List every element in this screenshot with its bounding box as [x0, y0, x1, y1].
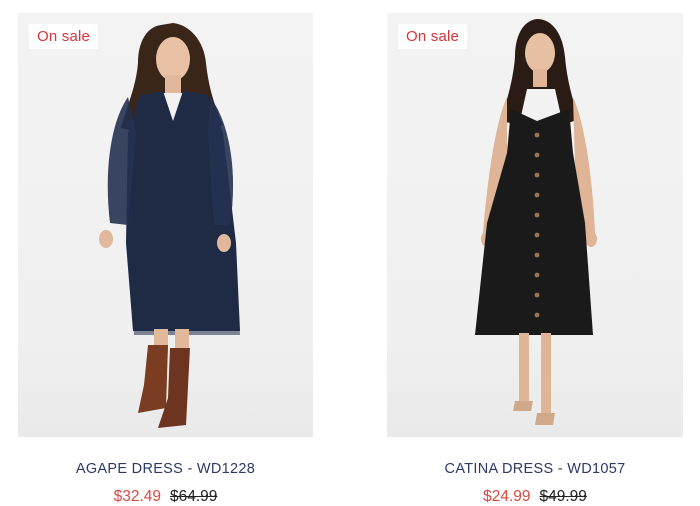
product-title[interactable]: AGAPE DRESS - WD1228 — [18, 461, 313, 477]
product-card[interactable]: On sale AGAPE DRESS - WD1228 $32.49 $64.9… — [18, 0, 313, 505]
product-card[interactable]: On sale CATINA DRESS - WD1057 $24.99 $49.… — [387, 0, 683, 505]
price-row: $24.99 $49.99 — [387, 488, 683, 506]
sale-price: $24.99 — [483, 488, 531, 505]
on-sale-badge: On sale — [398, 24, 468, 49]
product-image[interactable]: On sale — [18, 13, 313, 437]
price-row: $32.49 $64.99 — [18, 488, 313, 506]
model-photo-catina — [475, 19, 597, 425]
sale-price: $32.49 — [113, 488, 161, 505]
original-price: $64.99 — [170, 488, 218, 505]
model-photo-agape — [99, 23, 240, 428]
product-title[interactable]: CATINA DRESS - WD1057 — [387, 461, 683, 477]
on-sale-badge: On sale — [29, 24, 99, 49]
product-image[interactable]: On sale — [387, 13, 683, 437]
original-price: $49.99 — [539, 488, 587, 505]
